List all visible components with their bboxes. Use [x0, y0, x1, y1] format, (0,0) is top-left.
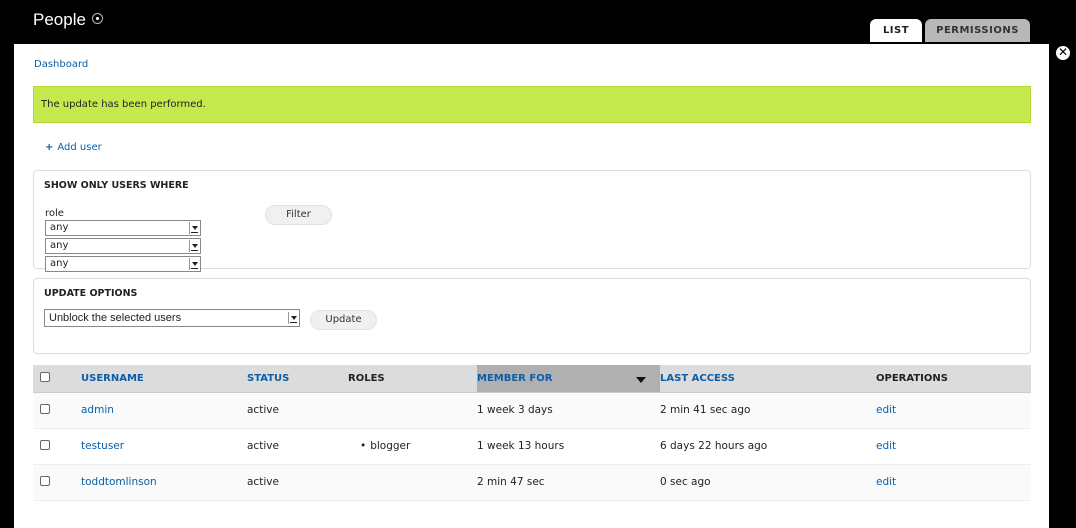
row-select-cell: [33, 428, 81, 465]
operations-cell: edit: [876, 392, 1031, 429]
role-select-1-value: any: [50, 222, 69, 233]
column-roles: ROLES: [348, 365, 477, 393]
member-for-cell: 1 week 3 days: [477, 392, 660, 429]
last-access-cell: 2 min 41 sec ago: [660, 392, 876, 429]
column-operations: OPERATIONS: [876, 365, 1031, 393]
select-all-checkbox[interactable]: [40, 372, 50, 383]
row-checkbox[interactable]: [40, 404, 50, 414]
operations-cell: edit: [876, 464, 1031, 501]
username-link[interactable]: admin: [81, 404, 114, 416]
status-cell: active: [247, 428, 348, 465]
filter-fieldset: SHOW ONLY USERS WHERE role any any any F…: [33, 170, 1031, 272]
update-options-legend: UPDATE OPTIONS: [44, 288, 138, 299]
username-cell: testuser: [81, 428, 247, 465]
role-select-2-value: any: [50, 240, 69, 251]
update-action-select[interactable]: Unblock the selected users: [44, 309, 300, 327]
column-member-for-label: MEMBER FOR: [477, 372, 553, 384]
role-label: role: [45, 208, 64, 219]
table-row: testuser active • blogger 1 week 13 hours…: [33, 428, 1031, 465]
breadcrumb-dashboard[interactable]: Dashboard: [34, 59, 88, 70]
update-action-value: Unblock the selected users: [49, 312, 182, 324]
sort-desc-icon: [636, 376, 646, 383]
status-cell: active: [247, 464, 348, 501]
row-select-cell: [33, 392, 81, 429]
bullet-icon: •: [360, 440, 367, 452]
page-title-text: People: [33, 10, 86, 29]
page-title: People: [33, 10, 103, 30]
update-options-fieldset: UPDATE OPTIONS Unblock the selected user…: [33, 278, 1031, 354]
add-user-link[interactable]: + Add user: [45, 142, 102, 153]
select-arrow-icon: [288, 312, 297, 324]
column-status[interactable]: STATUS: [247, 365, 348, 393]
column-member-for[interactable]: MEMBER FOR: [477, 365, 660, 393]
row-checkbox[interactable]: [40, 440, 50, 450]
overlay-header: People LIST PERMISSIONS: [0, 0, 1076, 44]
member-for-cell: 1 week 13 hours: [477, 428, 660, 465]
users-table: USERNAME STATUS ROLES MEMBER FOR LAST AC…: [33, 365, 1031, 501]
last-access-cell: 6 days 22 hours ago: [660, 428, 876, 465]
role-name: blogger: [370, 440, 411, 452]
operations-cell: edit: [876, 428, 1031, 465]
select-all-cell: [33, 365, 81, 393]
role-select-3-value: any: [50, 258, 69, 269]
tab-list[interactable]: LIST: [870, 19, 922, 42]
close-overlay-icon[interactable]: ✕: [1054, 44, 1072, 62]
select-arrow-icon: [189, 258, 198, 270]
username-cell: toddtomlinson: [81, 464, 247, 501]
tab-permissions[interactable]: PERMISSIONS: [925, 19, 1030, 42]
status-cell: active: [247, 392, 348, 429]
edit-link[interactable]: edit: [876, 440, 896, 452]
select-arrow-icon: [189, 240, 198, 252]
role-select-1[interactable]: any: [45, 220, 201, 236]
row-checkbox[interactable]: [40, 476, 50, 486]
roles-cell: [348, 464, 477, 501]
status-message: The update has been performed.: [33, 86, 1031, 123]
table-row: admin active 1 week 3 days 2 min 41 sec …: [33, 392, 1031, 429]
select-arrow-icon: [189, 222, 198, 234]
edit-link[interactable]: edit: [876, 476, 896, 488]
filter-legend: SHOW ONLY USERS WHERE: [44, 180, 189, 191]
username-link[interactable]: testuser: [81, 440, 124, 452]
add-user-label: Add user: [57, 142, 102, 153]
role-select-3[interactable]: any: [45, 256, 201, 272]
row-select-cell: [33, 464, 81, 501]
last-access-cell: 0 sec ago: [660, 464, 876, 501]
table-row: toddtomlinson active 2 min 47 sec 0 sec …: [33, 464, 1031, 501]
shortcut-icon[interactable]: [91, 13, 103, 24]
username-link[interactable]: toddtomlinson: [81, 476, 157, 488]
update-button[interactable]: Update: [310, 310, 377, 330]
roles-cell: • blogger: [348, 428, 477, 465]
role-select-2[interactable]: any: [45, 238, 201, 254]
roles-cell: [348, 392, 477, 429]
username-cell: admin: [81, 392, 247, 429]
table-header-row: USERNAME STATUS ROLES MEMBER FOR LAST AC…: [33, 365, 1031, 393]
column-last-access[interactable]: LAST ACCESS: [660, 365, 876, 393]
member-for-cell: 2 min 47 sec: [477, 464, 660, 501]
column-username[interactable]: USERNAME: [81, 365, 247, 393]
overlay-content: Dashboard The update has been performed.…: [14, 44, 1049, 528]
edit-link[interactable]: edit: [876, 404, 896, 416]
filter-button[interactable]: Filter: [265, 205, 332, 225]
plus-icon: +: [45, 142, 54, 153]
